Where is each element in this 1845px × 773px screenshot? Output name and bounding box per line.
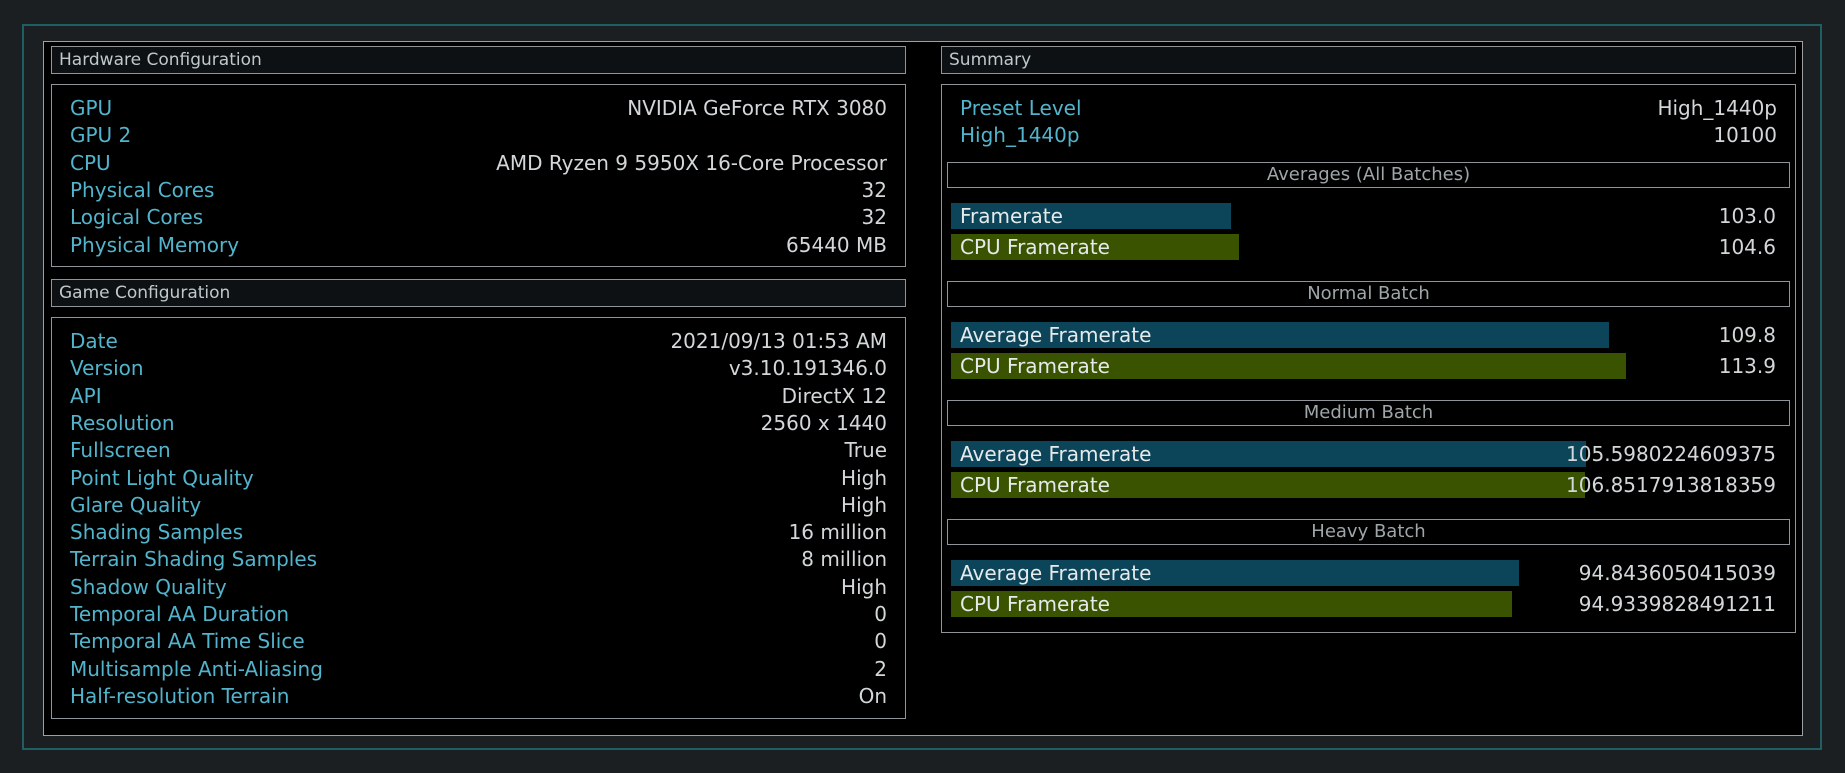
game-label: Half-resolution Terrain: [70, 683, 290, 708]
game-row: Date 2021/09/13 01:53 AM: [70, 328, 887, 354]
score-row: High_1440p 10100: [960, 122, 1777, 148]
game-label: Shadow Quality: [70, 574, 227, 599]
preset-level-value: High_1440p: [1657, 96, 1777, 120]
game-value: On: [858, 683, 887, 708]
batch-section-header: Heavy Batch: [947, 519, 1790, 545]
hardware-label: Logical Cores: [70, 205, 204, 230]
bar-label: CPU Framerate: [960, 354, 1110, 378]
hardware-value: 32: [861, 205, 887, 230]
bar-value: 105.5980224609375: [1566, 442, 1776, 466]
bar-value: 106.8517913818359: [1566, 473, 1776, 497]
game-label: Point Light Quality: [70, 465, 254, 490]
hardware-label: Physical Memory: [70, 232, 240, 257]
game-row: Fullscreen True: [70, 437, 887, 463]
game-value: High: [841, 492, 887, 517]
hardware-row: Logical Cores 32: [70, 204, 887, 230]
game-row: Shading Samples 16 million: [70, 519, 887, 545]
cpu-framerate-row: CPU Framerate 113.9: [951, 353, 1776, 379]
game-value: True: [844, 438, 887, 463]
game-row: Temporal AA Time Slice 0: [70, 628, 887, 654]
hardware-label: Physical Cores: [70, 177, 215, 202]
game-value: 0: [874, 629, 887, 654]
game-label: Temporal AA Time Slice: [70, 629, 305, 654]
bar-label: Average Framerate: [960, 442, 1152, 466]
game-label: Multisample Anti-Aliasing: [70, 656, 323, 681]
batch-section-header: Averages (All Batches): [947, 162, 1790, 188]
game-value: 2560 x 1440: [760, 410, 887, 435]
bar-label: CPU Framerate: [960, 592, 1110, 616]
hardware-label: CPU: [70, 150, 111, 175]
game-row: Glare Quality High: [70, 492, 887, 518]
hardware-value: 65440 MB: [786, 232, 887, 257]
bar-label: CPU Framerate: [960, 235, 1110, 259]
game-value: DirectX 12: [781, 383, 887, 408]
summary-box: Preset Level High_1440p High_1440p 10100…: [941, 84, 1796, 633]
game-row: Terrain Shading Samples 8 million: [70, 546, 887, 572]
game-label: Fullscreen: [70, 438, 171, 463]
bar-value: 103.0: [1718, 204, 1776, 228]
preset-level-label: Preset Level: [960, 96, 1082, 120]
hardware-label: GPU: [70, 96, 113, 120]
bar-value: 113.9: [1718, 354, 1776, 378]
hardware-value: NVIDIA GeForce RTX 3080: [627, 96, 887, 120]
game-value: v3.10.191346.0: [728, 356, 887, 381]
game-config-header: Game Configuration: [51, 279, 906, 307]
bar-label: Framerate: [960, 204, 1063, 228]
bar-value: 94.9339828491211: [1578, 592, 1776, 616]
game-label: Version: [70, 356, 144, 381]
framerate-row: Average Framerate 94.8436050415039: [951, 560, 1776, 586]
cpu-framerate-row: CPU Framerate 104.6: [951, 234, 1776, 260]
hardware-config-box: GPU NVIDIA GeForce RTX 3080 GPU 2 CPU AMD Ry…: [51, 84, 906, 267]
hardware-row: GPU NVIDIA GeForce RTX 3080: [70, 95, 887, 121]
bar-value: 104.6: [1718, 235, 1776, 259]
bar-value: 94.8436050415039: [1578, 561, 1776, 585]
score-label: High_1440p: [960, 123, 1080, 147]
cpu-framerate-row: CPU Framerate 94.9339828491211: [951, 591, 1776, 617]
game-row: Multisample Anti-Aliasing 2: [70, 656, 887, 682]
score-value: 10100: [1713, 123, 1777, 147]
game-label: Shading Samples: [70, 520, 244, 545]
game-value: High: [841, 574, 887, 599]
game-row: Resolution 2560 x 1440: [70, 410, 887, 436]
game-value: 2: [874, 656, 887, 681]
hardware-row: CPU AMD Ryzen 9 5950X 16-Core Processor: [70, 150, 887, 176]
game-value: 16 million: [788, 520, 887, 545]
game-config-box: Date 2021/09/13 01:53 AM Version v3.10.1913…: [51, 317, 906, 719]
hardware-label: GPU 2: [70, 123, 132, 148]
hardware-row: Physical Memory 65440 MB: [70, 232, 887, 258]
hardware-row: GPU 2: [70, 122, 887, 148]
game-label: API: [70, 383, 102, 408]
game-label: Glare Quality: [70, 492, 202, 517]
game-label: Resolution: [70, 410, 175, 435]
game-row: Version v3.10.191346.0: [70, 355, 887, 381]
framerate-row: Average Framerate 105.5980224609375: [951, 441, 1776, 467]
game-row: Half-resolution Terrain On: [70, 683, 887, 709]
summary-header: Summary: [941, 46, 1796, 74]
game-label: Temporal AA Duration: [70, 602, 290, 626]
game-value: High: [841, 465, 887, 490]
hardware-row: Physical Cores 32: [70, 177, 887, 203]
preset-level-row: Preset Level High_1440p: [960, 95, 1777, 121]
game-row: Temporal AA Duration 0: [70, 601, 887, 627]
cpu-framerate-row: CPU Framerate 106.8517913818359: [951, 472, 1776, 498]
game-label: Terrain Shading Samples: [70, 547, 318, 572]
framerate-row: Average Framerate 109.8: [951, 322, 1776, 348]
framerate-row: Framerate 103.0: [951, 203, 1776, 229]
bar-label: CPU Framerate: [960, 473, 1110, 497]
hardware-value: AMD Ryzen 9 5950X 16-Core Processor: [496, 150, 887, 175]
bar-label: Average Framerate: [960, 323, 1152, 347]
batch-section-header: Normal Batch: [947, 281, 1790, 307]
hardware-config-header: Hardware Configuration: [51, 46, 906, 74]
hardware-value: 32: [861, 177, 887, 202]
game-value: 2021/09/13 01:53 AM: [670, 329, 887, 353]
bar-label: Average Framerate: [960, 561, 1152, 585]
game-value: 0: [874, 602, 887, 626]
game-row: Shadow Quality High: [70, 574, 887, 600]
game-value: 8 million: [801, 547, 887, 572]
game-row: API DirectX 12: [70, 383, 887, 409]
game-label: Date: [70, 329, 118, 353]
batch-section-header: Medium Batch: [947, 400, 1790, 426]
bar-value: 109.8: [1718, 323, 1776, 347]
game-row: Point Light Quality High: [70, 465, 887, 491]
